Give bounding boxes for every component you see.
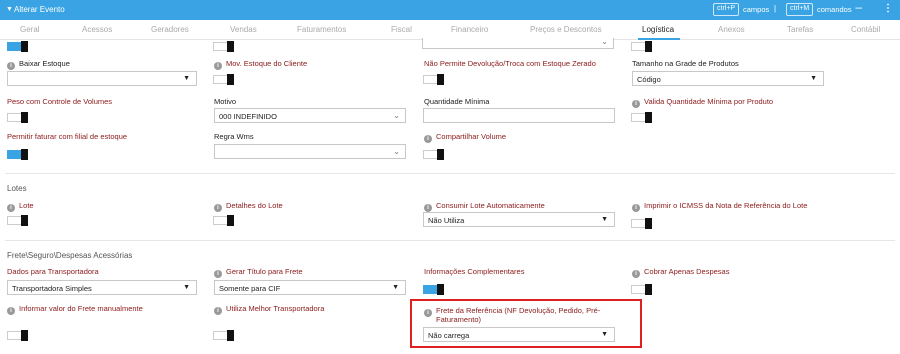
tab-acessos[interactable]: Acessos	[82, 25, 112, 34]
label-valida-qtd-minima: i Valida Quantidade Mínima por Produto	[632, 97, 773, 108]
label-compartilhar-volume: i Compartilhar Volume	[424, 132, 506, 143]
section-divider	[5, 240, 895, 241]
select-baixar-estoque[interactable]: ▼	[7, 71, 197, 86]
select-dados-transportadora-value: Transportadora Simples	[12, 284, 92, 293]
shortcut-fields-hint: campos	[743, 5, 770, 14]
info-icon: i	[214, 270, 222, 278]
label-regra-wms: Regra Wms	[214, 132, 254, 141]
select-tamanho-grade-value: Código	[637, 75, 661, 84]
info-icon: i	[632, 204, 640, 212]
toggle-compartilhar-volume[interactable]	[423, 149, 445, 160]
toggle-top-col1[interactable]	[7, 41, 29, 52]
label-motivo: Motivo	[214, 97, 237, 106]
label-mov-estoque-cliente: i Mov. Estoque do Cliente	[214, 59, 307, 70]
tab-fiscal[interactable]: Fiscal	[391, 25, 412, 34]
tab-geral[interactable]: Geral	[20, 25, 40, 34]
toggle-top-col2[interactable]	[213, 41, 235, 52]
quantidade-minima-input[interactable]	[423, 108, 615, 123]
select-consumir-lote[interactable]: Não Utiliza ▼	[423, 212, 615, 227]
select-motivo[interactable]: 000 INDEFINIDO ⌄	[214, 108, 406, 123]
label-cobrar-apenas-despesas: i Cobrar Apenas Despesas	[632, 267, 729, 278]
label-peso-controle-volumes: Peso com Controle de Volumes	[7, 97, 113, 106]
chevron-down-icon: ⌄	[393, 111, 400, 120]
select-motivo-value: 000 INDEFINIDO	[219, 112, 277, 121]
select-gerar-titulo-frete[interactable]: Somente para CIF ▼	[214, 280, 406, 295]
dropdown-arrow-icon: ▼	[183, 284, 190, 291]
info-icon: i	[424, 204, 432, 212]
info-icon: i	[214, 307, 222, 315]
toggle-lote[interactable]	[7, 215, 29, 226]
label-quantidade-minima: Quantidade Mínima	[424, 97, 490, 106]
tab-bar: Geral Acessos Geradores Vendas Faturamen…	[0, 20, 900, 40]
highlight-box	[410, 299, 642, 348]
more-options-icon[interactable]: ⋮	[883, 3, 893, 14]
title-bar: ▼ Alterar Evento ctrl+P campos | ctrl+M …	[0, 0, 900, 20]
label-informar-valor-frete: i Informar valor do Frete manualmente	[7, 304, 143, 315]
dropdown-arrow-icon: ▼	[183, 75, 190, 82]
dropdown-arrow-icon: ▼	[601, 216, 608, 223]
label-lote: i Lote	[7, 201, 34, 212]
toggle-utiliza-melhor-transportadora[interactable]	[213, 330, 235, 341]
label-tamanho-grade: Tamanho na Grade de Produtos	[632, 59, 739, 68]
toggle-nao-permite-devolucao[interactable]	[423, 74, 445, 85]
tab-financeiro[interactable]: Financeiro	[451, 25, 488, 34]
tab-faturamentos[interactable]: Faturamentos	[297, 25, 346, 34]
toggle-peso-controle-volumes[interactable]	[7, 112, 29, 123]
section-divider	[5, 173, 895, 174]
label-imprimir-icmss: i Imprimir o ICMSS da Nota de Referência …	[632, 201, 807, 212]
select-top-col3[interactable]: ⌄	[422, 37, 614, 49]
info-icon: i	[214, 204, 222, 212]
collapse-caret-icon[interactable]: ▼	[6, 6, 13, 13]
label-dados-transportadora: Dados para Transportadora	[7, 267, 99, 276]
chevron-down-icon: ⌄	[393, 147, 400, 156]
info-icon: i	[424, 135, 432, 143]
tab-tarefas[interactable]: Tarefas	[787, 25, 813, 34]
tab-contabil[interactable]: Contábil	[851, 25, 880, 34]
select-gerar-titulo-frete-value: Somente para CIF	[219, 284, 281, 293]
info-icon: i	[632, 100, 640, 108]
dropdown-arrow-icon: ▼	[810, 75, 817, 82]
section-title-lotes: Lotes	[7, 184, 27, 193]
info-icon: i	[7, 62, 15, 70]
info-icon: i	[632, 270, 640, 278]
toggle-detalhes-lote[interactable]	[213, 215, 235, 226]
active-tab-indicator	[638, 38, 680, 40]
label-informacoes-complementares: Informações Complementares	[424, 267, 525, 276]
header-separator: |	[774, 4, 777, 13]
toggle-top-col4[interactable]	[631, 41, 653, 52]
toggle-permitir-faturar-filial[interactable]	[7, 149, 29, 160]
toggle-informar-valor-frete[interactable]	[7, 330, 29, 341]
toggle-informacoes-complementares[interactable]	[423, 284, 445, 295]
section-title-frete: Frete\Seguro\Despesas Acessórias	[7, 251, 133, 260]
tab-logistica[interactable]: Logística	[642, 25, 674, 34]
tab-vendas[interactable]: Vendas	[230, 25, 257, 34]
tab-precos-descontos[interactable]: Preços e Descontos	[530, 25, 602, 34]
toggle-imprimir-icmss[interactable]	[631, 218, 653, 229]
label-utiliza-melhor-transportadora: i Utiliza Melhor Transportadora	[214, 304, 324, 315]
label-detalhes-lote: i Detalhes do Lote	[214, 201, 283, 212]
shortcut-commands-key: ctrl+M	[786, 3, 814, 16]
label-baixar-estoque: i Baixar Estoque	[7, 59, 70, 70]
select-consumir-lote-value: Não Utiliza	[428, 216, 465, 225]
tab-geradores[interactable]: Geradores	[151, 25, 189, 34]
label-gerar-titulo-frete: i Gerar Título para Frete	[214, 267, 303, 278]
info-icon: i	[7, 204, 15, 212]
toggle-valida-qtd-minima[interactable]	[631, 112, 653, 123]
dropdown-arrow-icon: ▼	[392, 284, 399, 291]
label-consumir-lote: i Consumir Lote Automaticamente	[424, 201, 545, 212]
shortcut-fields-key: ctrl+P	[713, 3, 740, 16]
info-icon: i	[214, 62, 222, 70]
select-tamanho-grade[interactable]: Código ▼	[632, 71, 824, 86]
info-icon: i	[7, 307, 15, 315]
tab-anexos[interactable]: Anexos	[718, 25, 745, 34]
label-permitir-faturar-filial: Permitir faturar com filial de estoque	[7, 132, 128, 141]
shortcut-commands-hint: comandos	[817, 5, 852, 14]
label-nao-permite-devolucao: Não Permite Devolução/Troca com Estoque …	[424, 59, 596, 68]
toggle-mov-estoque-cliente[interactable]	[213, 74, 235, 85]
toggle-cobrar-apenas-despesas[interactable]	[631, 284, 653, 295]
minimize-icon[interactable]: –	[855, 0, 862, 14]
window-title: Alterar Evento	[14, 5, 65, 14]
select-dados-transportadora[interactable]: Transportadora Simples ▼	[7, 280, 197, 295]
select-regra-wms[interactable]: ⌄	[214, 144, 406, 159]
